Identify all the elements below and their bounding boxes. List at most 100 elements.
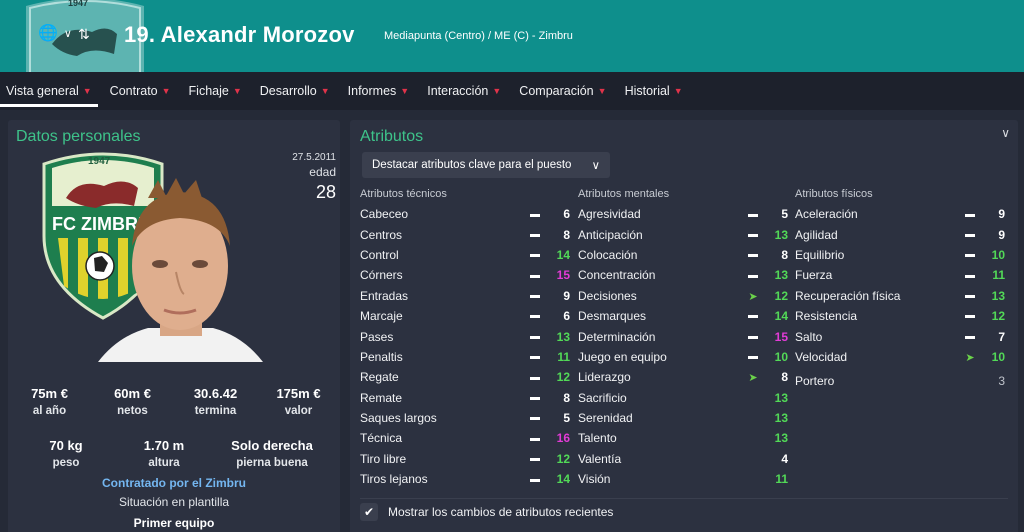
- technical-attributes-column: Atributos técnicos Cabeceo 6 Centros 8 Contr…: [360, 188, 570, 489]
- tab-label: Desarrollo: [259, 84, 317, 98]
- attribute-name: Agresividad: [578, 207, 641, 222]
- stat-value-market: 175m € valor: [259, 386, 339, 417]
- no-change-icon: [961, 228, 979, 242]
- player-header: 1947 🌐 ∨ ⇅ 19. Alexandr Morozov Mediapun…: [0, 0, 1024, 74]
- attribute-value: 8: [781, 370, 788, 385]
- attribute-row[interactable]: Técnica 16: [360, 428, 570, 448]
- attribute-name: Liderazgo: [578, 370, 631, 385]
- chevron-down-icon: ▼: [232, 86, 242, 96]
- attribute-name: Regate: [360, 370, 399, 385]
- stat-label: altura: [148, 457, 180, 469]
- attribute-value: 5: [781, 207, 788, 222]
- attribute-value: 11: [992, 268, 1005, 283]
- attribute-row[interactable]: Penaltis 11: [360, 347, 570, 367]
- attribute-value: 11: [775, 472, 788, 487]
- no-change-icon: [961, 268, 979, 282]
- attribute-value: 12: [556, 451, 570, 466]
- attribute-row[interactable]: Serenidad 13: [578, 408, 788, 428]
- tab-interaccion[interactable]: Interacción ▼: [421, 72, 507, 110]
- tab-informes[interactable]: Informes ▼: [342, 72, 416, 110]
- attribute-name: Desmarques: [578, 309, 647, 324]
- chevron-down-icon: ▼: [673, 86, 683, 96]
- attribute-row[interactable]: Concentración 13: [578, 265, 788, 285]
- dropdown-label: Destacar atributos clave para el puesto: [372, 159, 572, 171]
- stat-height: 1.70 m altura: [124, 438, 204, 469]
- chevron-down-icon[interactable]: ∨: [64, 24, 72, 44]
- player-name: 19. Alexandr Morozov: [124, 22, 355, 47]
- tab-historial[interactable]: Historial ▼: [619, 72, 689, 110]
- attribute-row[interactable]: Remate 8: [360, 388, 570, 408]
- highlight-key-attributes-dropdown[interactable]: Destacar atributos clave para el puesto …: [362, 152, 610, 178]
- no-change-icon: [526, 411, 544, 425]
- stat-label: valor: [284, 405, 313, 417]
- attribute-row[interactable]: Cabeceo 6: [360, 204, 570, 224]
- attribute-row[interactable]: Marcaje 6: [360, 306, 570, 326]
- attribute-row[interactable]: Regate 12: [360, 367, 570, 387]
- attribute-value: 4: [781, 451, 788, 466]
- attribute-value: 6: [563, 207, 570, 222]
- stat-label: termina: [194, 405, 237, 417]
- attribute-value: 12: [774, 288, 788, 303]
- attribute-row[interactable]: Colocación 8: [578, 245, 788, 265]
- contract-stats: 75m € al año 60m € netos 30.6.42 termina…: [8, 386, 340, 417]
- attribute-row[interactable]: Valentía 4: [578, 449, 788, 469]
- attribute-row[interactable]: Recuperación física 13: [795, 286, 1005, 306]
- attribute-row[interactable]: Agresividad 5: [578, 204, 788, 224]
- attribute-value: 14: [556, 472, 570, 487]
- tab-label: Interacción: [427, 84, 489, 98]
- tab-fichaje[interactable]: Fichaje ▼: [183, 72, 248, 110]
- attribute-name: Talento: [578, 431, 617, 446]
- attribute-row[interactable]: Fuerza 11: [795, 265, 1005, 285]
- attribute-row[interactable]: Visión 11: [578, 469, 788, 489]
- attribute-row[interactable]: Equilibrio 10: [795, 245, 1005, 265]
- attribute-row[interactable]: Resistencia 12: [795, 306, 1005, 326]
- attribute-value: 13: [774, 390, 788, 405]
- attribute-row[interactable]: Saques largos 5: [360, 408, 570, 428]
- attribute-row[interactable]: Pases 13: [360, 326, 570, 346]
- attribute-row[interactable]: Velocidad ➤ 10: [795, 347, 1005, 367]
- no-change-icon: [526, 350, 544, 364]
- attribute-row[interactable]: Tiro libre 12: [360, 449, 570, 469]
- attribute-row[interactable]: Salto 7: [795, 326, 1005, 346]
- attribute-row[interactable]: Control 14: [360, 245, 570, 265]
- squad-status-label: Situación en plantilla: [118, 495, 230, 509]
- contract-club-link[interactable]: Contratado por el Zimbru: [8, 476, 340, 490]
- attribute-row[interactable]: Centros 8: [360, 224, 570, 244]
- physical-stats: 70 kg peso 1.70 m altura Solo derecha pi…: [8, 438, 340, 469]
- attribute-row[interactable]: Sacrificio 13: [578, 388, 788, 408]
- attribute-row[interactable]: Determinación 15: [578, 326, 788, 346]
- attribute-row[interactable]: Agilidad 9: [795, 224, 1005, 244]
- tab-contrato[interactable]: Contrato ▼: [104, 72, 177, 110]
- attribute-row[interactable]: Entradas 9: [360, 286, 570, 306]
- attribute-value: 10: [991, 349, 1005, 364]
- tab-desarrollo[interactable]: Desarrollo ▼: [254, 72, 336, 110]
- no-change-icon: [744, 207, 762, 221]
- tab-label: Historial: [624, 84, 670, 98]
- tab-comparacion[interactable]: Comparación ▼: [513, 72, 612, 110]
- no-change-icon: [744, 309, 762, 323]
- attribute-row[interactable]: Córners 15: [360, 265, 570, 285]
- globe-icon[interactable]: 🌐: [38, 24, 58, 44]
- svg-text:1947: 1947: [88, 156, 111, 167]
- attribute-name: Aceleración: [795, 207, 858, 222]
- checkbox-label: Mostrar los cambios de atributos recient…: [388, 505, 614, 519]
- chevron-down-icon[interactable]: ∨: [1001, 126, 1010, 140]
- attribute-row[interactable]: Anticipación 13: [578, 224, 788, 244]
- attribute-row[interactable]: Portero 3: [795, 371, 1005, 391]
- show-recent-changes-toggle[interactable]: ✔ Mostrar los cambios de atributos recie…: [360, 503, 613, 521]
- checkbox[interactable]: ✔: [360, 503, 378, 521]
- stat-value: Solo derecha: [231, 438, 313, 453]
- attribute-row[interactable]: Desmarques 14: [578, 306, 788, 326]
- attribute-row[interactable]: Aceleración 9: [795, 204, 1005, 224]
- attribute-name: Fuerza: [795, 268, 833, 283]
- attribute-row[interactable]: Tiros lejanos 14: [360, 469, 570, 489]
- attribute-value: 9: [563, 288, 570, 303]
- attribute-row[interactable]: Decisiones ➤ 12: [578, 286, 788, 306]
- attribute-row[interactable]: Liderazgo ➤ 8: [578, 367, 788, 387]
- tab-vista-general[interactable]: Vista general ▼: [0, 72, 98, 110]
- attribute-row[interactable]: Talento 13: [578, 428, 788, 448]
- attribute-row[interactable]: Juego en equipo 10: [578, 347, 788, 367]
- up-down-arrows-icon[interactable]: ⇅: [78, 24, 90, 44]
- attribute-value: 14: [774, 309, 788, 324]
- chevron-down-icon: ▼: [82, 86, 92, 96]
